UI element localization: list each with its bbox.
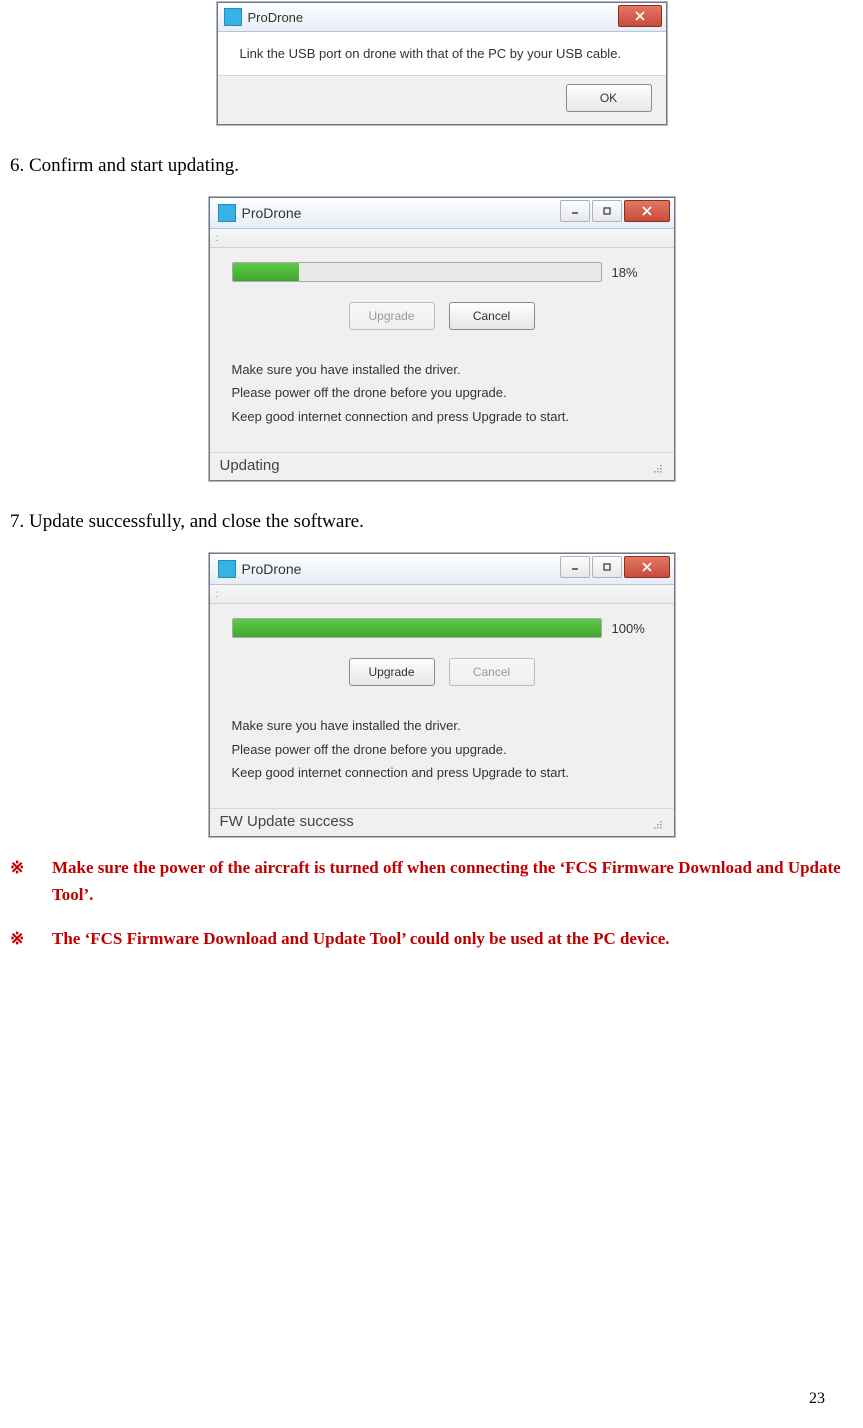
dialog-message: Link the USB port on drone with that of …: [218, 32, 666, 75]
update-dialog-success: ProDrone :: [209, 553, 675, 837]
dialog-title: ProDrone: [242, 205, 302, 221]
progress-bar: [232, 618, 602, 638]
step-7-text: 7. Update successfully, and close the so…: [10, 511, 853, 533]
dialog-footer: OK: [218, 75, 666, 124]
note-text: Make sure the power of the aircraft is t…: [52, 855, 853, 908]
close-button[interactable]: [624, 200, 670, 222]
note-1: ※ Make sure the power of the aircraft is…: [10, 855, 853, 908]
message-dialog: ProDrone Link the USB port on drone with…: [217, 2, 667, 125]
note-2: ※ The ‘FCS Firmware Download and Update …: [10, 926, 853, 952]
maximize-icon: [602, 206, 612, 216]
resize-grip-icon: [652, 818, 664, 830]
minimize-button[interactable]: [560, 556, 590, 578]
note-symbol: ※: [10, 926, 34, 952]
info-text: Make sure you have installed the driver.…: [232, 358, 652, 452]
progress-row: 18%: [232, 262, 652, 282]
app-icon: [224, 8, 242, 26]
button-row: Upgrade Cancel: [232, 302, 652, 330]
info-line-1: Make sure you have installed the driver.: [232, 358, 652, 381]
upgrade-button[interactable]: Upgrade: [349, 302, 435, 330]
close-button[interactable]: [624, 556, 670, 578]
update-dialog-progress: ProDrone :: [209, 197, 675, 481]
dialog-title: ProDrone: [248, 10, 304, 25]
cancel-button[interactable]: Cancel: [449, 658, 535, 686]
app-icon: [218, 204, 236, 222]
app-icon: [218, 560, 236, 578]
close-icon: [642, 206, 652, 216]
window-controls: [560, 556, 670, 578]
dialog-toolbar: :: [210, 229, 674, 248]
resize-grip-icon: [652, 462, 664, 474]
cancel-button[interactable]: Cancel: [449, 302, 535, 330]
close-icon: [635, 11, 645, 21]
dialog-title: ProDrone: [242, 561, 302, 577]
dialog-titlebar: ProDrone: [210, 198, 674, 229]
close-icon: [642, 562, 652, 572]
info-line-3: Keep good internet connection and press …: [232, 405, 652, 428]
step-6-text: 6. Confirm and start updating.: [10, 155, 853, 177]
status-text: Updating: [220, 457, 280, 474]
page-number: 23: [809, 1390, 825, 1408]
note-symbol: ※: [10, 855, 34, 908]
progress-row: 100%: [232, 618, 652, 638]
minimize-button[interactable]: [560, 200, 590, 222]
progress-bar: [232, 262, 602, 282]
maximize-icon: [602, 562, 612, 572]
minimize-icon: [570, 206, 580, 216]
window-controls: [560, 200, 670, 222]
info-line-2: Please power off the drone before you up…: [232, 381, 652, 404]
progress-percent: 18%: [612, 265, 652, 280]
button-row: Upgrade Cancel: [232, 658, 652, 686]
maximize-button[interactable]: [592, 200, 622, 222]
dialog-titlebar: ProDrone: [210, 554, 674, 585]
info-line-3: Keep good internet connection and press …: [232, 761, 652, 784]
close-button[interactable]: [618, 5, 662, 27]
progress-fill: [233, 619, 601, 637]
upgrade-button[interactable]: Upgrade: [349, 658, 435, 686]
info-line-1: Make sure you have installed the driver.: [232, 714, 652, 737]
progress-percent: 100%: [612, 621, 652, 636]
note-text: The ‘FCS Firmware Download and Update To…: [52, 926, 670, 952]
dialog-toolbar: :: [210, 585, 674, 604]
info-line-2: Please power off the drone before you up…: [232, 738, 652, 761]
info-text: Make sure you have installed the driver.…: [232, 714, 652, 808]
dialog-titlebar: ProDrone: [218, 3, 666, 32]
maximize-button[interactable]: [592, 556, 622, 578]
status-bar: Updating: [210, 452, 674, 480]
progress-fill: [233, 263, 299, 281]
ok-button[interactable]: OK: [566, 84, 652, 112]
status-text: FW Update success: [220, 813, 354, 830]
status-bar: FW Update success: [210, 808, 674, 836]
minimize-icon: [570, 562, 580, 572]
